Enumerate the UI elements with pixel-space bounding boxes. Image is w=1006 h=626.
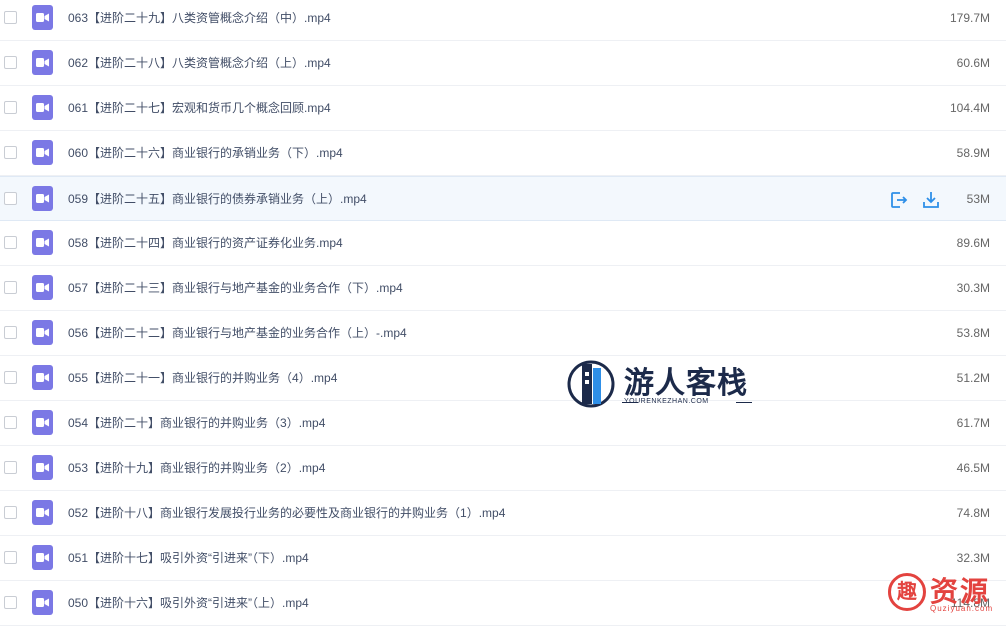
video-file-icon: [32, 5, 53, 30]
file-list: 063【进阶二十九】八类资管概念介绍（中）.mp4 179.7M 062【进阶二十八…: [0, 0, 1006, 626]
video-file-icon: [32, 365, 53, 390]
file-row[interactable]: 056【进阶二十二】商业银行与地产基金的业务合作（上）-.mp4 53.8M: [0, 311, 1006, 356]
video-file-icon: [32, 590, 53, 615]
video-file-icon: [32, 186, 53, 211]
file-name[interactable]: 060【进阶二十六】商业银行的承销业务（下）.mp4: [68, 131, 343, 175]
file-size: 53.8M: [956, 326, 990, 340]
file-row[interactable]: 061【进阶二十七】宏观和货币几个概念回顾.mp4 104.4M: [0, 86, 1006, 131]
video-file-icon: [32, 500, 53, 525]
video-file-icon: [32, 140, 53, 165]
file-name[interactable]: 054【进阶二十】商业银行的并购业务（3）.mp4: [68, 401, 325, 445]
row-checkbox[interactable]: [4, 596, 17, 609]
watermark: 游人客栈 YOURENKEZHAN.COM: [566, 358, 756, 413]
file-row[interactable]: 058【进阶二十四】商业银行的资产证券化业务.mp4 89.6M: [0, 221, 1006, 266]
file-row[interactable]: 052【进阶十八】商业银行发展投行业务的必要性及商业银行的并购业务（1）.mp4…: [0, 491, 1006, 536]
row-checkbox[interactable]: [4, 326, 17, 339]
file-size: 46.5M: [956, 461, 990, 475]
video-file-icon: [32, 320, 53, 345]
share-export-icon[interactable]: [889, 190, 909, 210]
row-checkbox[interactable]: [4, 461, 17, 474]
file-row[interactable]: 055【进阶二十一】商业银行的并购业务（4）.mp4 51.2M: [0, 356, 1006, 401]
file-name[interactable]: 050【进阶十六】吸引外资“引进来”（上）.mp4: [68, 581, 309, 625]
video-file-icon: [32, 275, 53, 300]
video-file-icon: [32, 455, 53, 480]
file-name[interactable]: 058【进阶二十四】商业银行的资产证券化业务.mp4: [68, 221, 343, 265]
row-checkbox[interactable]: [4, 416, 17, 429]
file-row[interactable]: 054【进阶二十】商业银行的并购业务（3）.mp4 61.7M: [0, 401, 1006, 446]
file-row[interactable]: 062【进阶二十八】八类资管概念介绍（上）.mp4 60.6M: [0, 41, 1006, 86]
video-file-icon: [32, 410, 53, 435]
file-row[interactable]: 050【进阶十六】吸引外资“引进来”（上）.mp4 114.8M: [0, 581, 1006, 626]
badge-sub: Quziyuan.com: [930, 604, 994, 613]
row-checkbox[interactable]: [4, 101, 17, 114]
file-size: 89.6M: [956, 236, 990, 250]
file-row[interactable]: 060【进阶二十六】商业银行的承销业务（下）.mp4 58.9M: [0, 131, 1006, 176]
file-size: 30.3M: [956, 281, 990, 295]
watermark-brand: 游人客栈: [624, 366, 748, 401]
file-row[interactable]: 053【进阶十九】商业银行的并购业务（2）.mp4 46.5M: [0, 446, 1006, 491]
file-name[interactable]: 062【进阶二十八】八类资管概念介绍（上）.mp4: [68, 41, 331, 85]
file-size: 104.4M: [949, 101, 990, 115]
row-checkbox[interactable]: [4, 192, 17, 205]
file-size: 51.2M: [956, 371, 990, 385]
file-name[interactable]: 052【进阶十八】商业银行发展投行业务的必要性及商业银行的并购业务（1）.mp4: [68, 491, 505, 535]
file-row[interactable]: 063【进阶二十九】八类资管概念介绍（中）.mp4 179.7M: [0, 0, 1006, 41]
row-checkbox[interactable]: [4, 281, 17, 294]
file-size: 58.9M: [956, 146, 990, 160]
video-file-icon: [32, 545, 53, 570]
file-name[interactable]: 055【进阶二十一】商业银行的并购业务（4）.mp4: [68, 356, 337, 400]
file-name[interactable]: 063【进阶二十九】八类资管概念介绍（中）.mp4: [68, 0, 331, 40]
video-file-icon: [32, 50, 53, 75]
file-size: 74.8M: [956, 506, 990, 520]
file-name[interactable]: 053【进阶十九】商业银行的并购业务（2）.mp4: [68, 446, 325, 490]
download-icon[interactable]: [921, 190, 941, 210]
row-checkbox[interactable]: [4, 236, 17, 249]
file-name[interactable]: 061【进阶二十七】宏观和货币几个概念回顾.mp4: [68, 86, 331, 130]
file-name[interactable]: 051【进阶十七】吸引外资“引进来”（下）.mp4: [68, 536, 309, 580]
badge-glyph: 趣: [888, 573, 926, 611]
video-file-icon: [32, 95, 53, 120]
watermark-rule-right: [736, 402, 752, 403]
row-checkbox[interactable]: [4, 551, 17, 564]
file-name[interactable]: 059【进阶二十五】商业银行的债券承销业务（上）.mp4: [68, 177, 367, 221]
row-checkbox[interactable]: [4, 146, 17, 159]
file-row[interactable]: 051【进阶十七】吸引外资“引进来”（下）.mp4 32.3M: [0, 536, 1006, 581]
row-checkbox[interactable]: [4, 56, 17, 69]
video-file-icon: [32, 230, 53, 255]
row-checkbox[interactable]: [4, 371, 17, 384]
watermark-logo-icon: [567, 360, 615, 408]
file-size: 61.7M: [956, 416, 990, 430]
file-size: 53M: [966, 192, 990, 206]
file-row[interactable]: 059【进阶二十五】商业银行的债券承销业务（上）.mp4 53M: [0, 176, 1006, 221]
file-row[interactable]: 057【进阶二十三】商业银行与地产基金的业务合作（下）.mp4 30.3M: [0, 266, 1006, 311]
file-name[interactable]: 056【进阶二十二】商业银行与地产基金的业务合作（上）-.mp4: [68, 311, 407, 355]
file-size: 179.7M: [949, 11, 990, 25]
corner-badge: 趣 资源 Quziyuan.com: [886, 570, 1004, 615]
file-name[interactable]: 057【进阶二十三】商业银行与地产基金的业务合作（下）.mp4: [68, 266, 403, 310]
row-checkbox[interactable]: [4, 506, 17, 519]
watermark-domain: YOURENKEZHAN.COM: [624, 398, 709, 405]
file-size: 60.6M: [956, 56, 990, 70]
row-checkbox[interactable]: [4, 11, 17, 24]
